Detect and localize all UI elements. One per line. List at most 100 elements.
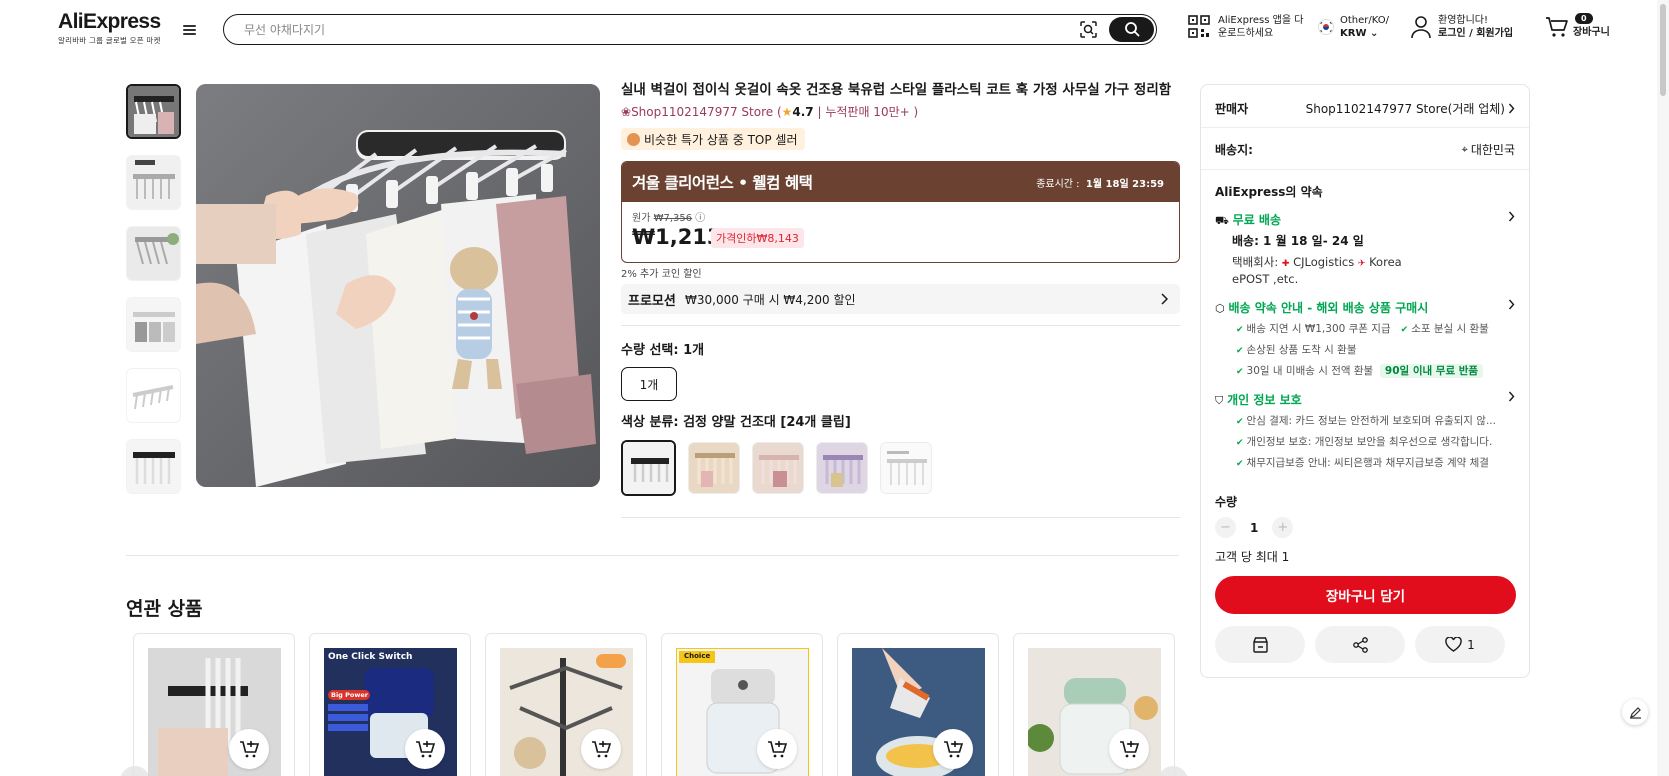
fire-icon (627, 132, 640, 146)
top-seller-badge: 비슷한 특가 상품 중 TOP 셀러 (621, 128, 805, 150)
coin-discount-note: 2% 추가 코인 할인 (621, 269, 702, 280)
search-bar (223, 14, 1157, 45)
color-swatch-black[interactable] (621, 440, 676, 496)
promotion-row[interactable]: 프로모션 ₩30,000 구매 시 ₩4,200 할인 (621, 284, 1180, 314)
related-product-card[interactable] (837, 633, 999, 776)
info-icon[interactable]: ⓘ (695, 213, 705, 224)
promo-price-box: 겨울 클리어런스 • 웰컴 혜택 종료시간 : 1월 18일 23:59 원가 … (621, 161, 1180, 263)
product-info: 실내 벽걸이 접이식 옷걸이 속옷 건조용 북유럽 스타일 플라스틱 코트 훅 … (621, 80, 1180, 518)
seller-row: 판매자 Shop1102147977 Store(거래 업체) (1215, 100, 1515, 117)
shield-check-icon: ⛉ (1215, 394, 1224, 407)
welcome-text: 환영합니다! (1438, 15, 1489, 26)
section-divider (126, 555, 1179, 556)
chevron-right-icon (1508, 391, 1515, 402)
aliexpress-logo[interactable]: AliExpress 알리바바 그룹 글로벌 오픈 마켓 (58, 10, 161, 46)
color-swatch-4[interactable] (816, 442, 868, 494)
add-to-cart-icon[interactable] (933, 729, 973, 769)
promise-label: AliExpress의 약속 (1215, 185, 1323, 199)
promotion-text: ₩30,000 구매 시 ₩4,200 할인 (685, 293, 856, 307)
add-to-cart-icon[interactable] (405, 729, 445, 769)
user-icon (1411, 16, 1431, 39)
seller-label: 판매자 (1215, 102, 1249, 116)
purchase-panel: 판매자 Shop1102147977 Store(거래 업체) 배송지: ⌖ 대한… (1200, 84, 1530, 678)
color-swatches (621, 440, 932, 496)
app-download-line2: 운로드하세요 (1218, 28, 1274, 39)
image-search-icon[interactable] (1079, 20, 1098, 39)
privacy-line-2: ✔ 개인정보 보호: 개인정보 보안을 최우선으로 생각합니다. (1236, 436, 1493, 448)
page-scrollbar[interactable] (1657, 0, 1669, 776)
chevron-right-icon (1161, 293, 1168, 305)
privacy-row[interactable]: ⛉ 개인 정보 보호 (1215, 391, 1515, 408)
seller-link[interactable]: Shop1102147977 Store(거래 업체) (1306, 100, 1515, 117)
increase-qty-button[interactable]: + (1272, 517, 1294, 538)
color-swatch-2[interactable] (688, 442, 740, 494)
store-icon: ❀ (621, 105, 632, 119)
search-input[interactable] (244, 20, 1024, 39)
korea-post-icon: ✈ (1357, 259, 1366, 269)
language-currency-selector[interactable]: Other/KO/KRW ⌄ (1318, 14, 1389, 40)
thumbnail-4[interactable] (126, 297, 181, 352)
main-product-image[interactable] (196, 84, 600, 487)
search-icon (1124, 22, 1139, 37)
store-button[interactable] (1215, 626, 1305, 663)
search-button[interactable] (1109, 16, 1154, 42)
free-shipping-row[interactable]: ⛟ 무료 배송 (1215, 211, 1515, 229)
menu-icon[interactable] (182, 23, 197, 37)
quantity-stepper: − 1 + (1215, 517, 1294, 538)
ship-to-selector[interactable]: ⌖ 대한민국 (1462, 141, 1515, 158)
thumbnail-5[interactable] (126, 368, 181, 423)
cart-button[interactable]: 0 장바구니 (1545, 13, 1610, 39)
wishlist-button[interactable]: 1 (1415, 626, 1505, 663)
delivery-guarantee-row[interactable]: ⬡ 배송 약속 안내 - 해외 배송 상품 구매시 (1215, 299, 1515, 316)
decrease-qty-button[interactable]: − (1215, 517, 1236, 538)
color-swatch-5[interactable] (880, 442, 932, 494)
store-rating: 4.7 (792, 105, 814, 119)
star-icon: ★ (781, 105, 793, 119)
color-swatch-3[interactable] (752, 442, 804, 494)
store-name-link[interactable]: Shop1102147977 Store (631, 105, 773, 119)
thumbnail-6[interactable] (126, 439, 181, 494)
card-heading: One Click Switch (328, 652, 413, 662)
related-product-card[interactable]: Choice (661, 633, 823, 776)
cart-icon (1546, 16, 1568, 37)
sold-count: 누적판매 10만+ (825, 105, 910, 119)
promotion-label: 프로모션 (628, 294, 676, 309)
qty-value: 1 (1250, 520, 1259, 535)
app-download-line1: AliExpress 앱을 다 (1218, 15, 1304, 26)
related-products-list: One Click Switch Big Power Choice (133, 633, 1175, 776)
sale-price: ₩1,213 (632, 225, 722, 249)
logo-text: AliExpress (58, 10, 161, 33)
pencil-icon (1629, 706, 1641, 719)
thumbnail-1[interactable] (126, 84, 181, 139)
cart-label: 장바구니 (1573, 27, 1610, 38)
edit-feedback-button[interactable] (1622, 699, 1648, 725)
thumbnail-3[interactable] (126, 226, 181, 281)
lang-line1: Other/KO/ (1340, 15, 1390, 26)
add-to-cart-icon[interactable] (757, 729, 797, 769)
chevron-down-icon: ⌄ (1369, 28, 1379, 39)
original-price: 원가 ₩7,356 ⓘ (632, 213, 706, 224)
add-to-cart-icon[interactable] (1109, 729, 1149, 769)
promo-banner: 겨울 클리어런스 • 웰컴 혜택 종료시간 : 1월 18일 23:59 (622, 162, 1179, 202)
add-to-cart-button[interactable]: 장바구니 담기 (1215, 576, 1516, 614)
app-download[interactable]: AliExpress 앱을 다운로드하세요 (1188, 14, 1303, 40)
discount-badge: 가격인하₩8,143 (711, 228, 804, 248)
related-product-card[interactable]: One Click Switch Big Power (309, 633, 471, 776)
login-signup-link: 로그인 / 회원가입 (1438, 28, 1514, 39)
quantity-option-1[interactable]: 1개 (621, 367, 677, 401)
related-product-card[interactable] (485, 633, 647, 776)
product-title: 실내 벽걸이 접이식 옷걸이 속옷 건조용 북유럽 스타일 플라스틱 코트 훅 … (621, 82, 1172, 98)
related-product-card[interactable] (133, 633, 295, 776)
header: AliExpress 알리바바 그룹 글로벌 오픈 마켓 AliExpress … (0, 0, 1669, 58)
account-menu[interactable]: 환영합니다! 로그인 / 회원가입 (1410, 14, 1513, 40)
add-to-cart-icon[interactable] (229, 729, 269, 769)
carrier-info: 택배회사: ✚ CJLogistics ✈ Korea (1232, 255, 1402, 269)
thumbnail-2[interactable] (126, 155, 181, 210)
free-shipping-label: 무료 배송 (1232, 213, 1282, 227)
delivery-date: 배송: 1 월 18 일- 24 일 (1232, 234, 1364, 248)
guarantee-line-1: ✔ 배송 지연 시 ₩1,300 쿠폰 지급 ✔ 소포 분실 시 환불 (1236, 323, 1489, 335)
share-button[interactable] (1315, 626, 1405, 663)
add-to-cart-icon[interactable] (581, 729, 621, 769)
logo-tagline: 알리바바 그룹 글로벌 오픈 마켓 (58, 36, 161, 45)
related-product-card[interactable] (1013, 633, 1175, 776)
